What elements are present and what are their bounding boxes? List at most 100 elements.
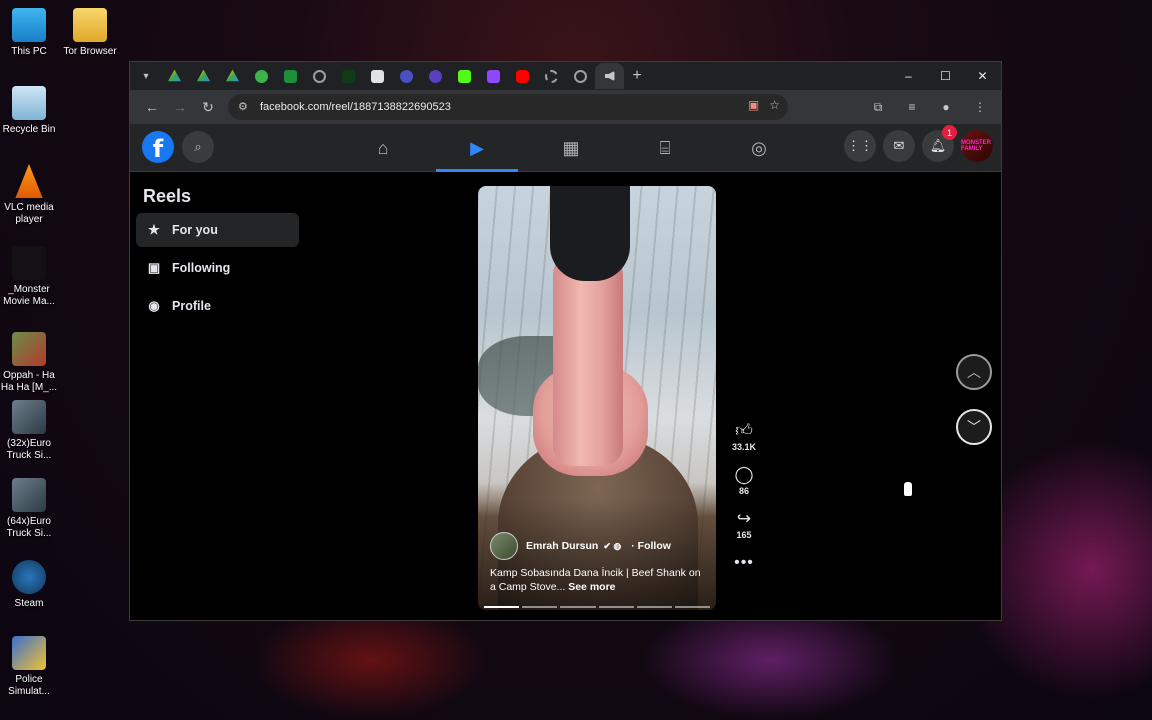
author-avatar[interactable] [490,532,518,560]
progress-segment [560,606,596,608]
comment-button[interactable]: ◯ 86 [728,464,760,496]
reload-button[interactable]: ↻ [194,93,222,121]
browser-toolbar: ← → ↻ ⚙ facebook.com/reel/18871388226905… [130,90,1001,124]
more-options-button[interactable]: ••• [728,552,760,574]
tab[interactable] [218,63,247,89]
tab[interactable] [479,63,508,89]
folder-icon [73,8,107,42]
url-text: facebook.com/reel/1887138822690523 [260,101,451,113]
cast-icon[interactable]: ▣ [748,98,759,112]
progress-segment [598,606,634,608]
desktop-icon-vlc[interactable]: VLC media player [0,164,61,226]
following-icon: ▣ [147,260,161,275]
feeds-icon[interactable]: ▦ [524,124,618,172]
next-reel-button[interactable]: ﹀ [956,409,992,445]
twitch-icon [487,69,500,83]
extensions-icon[interactable]: ⧉ [865,94,891,120]
comment-count: 86 [738,486,749,496]
video-progress[interactable] [484,606,711,608]
video-icon[interactable]: ▶ [430,124,524,172]
reel-actions: 👍︎ 33.1K ◯ 86 ↪ 165 ••• [728,420,760,586]
vlc-cone-icon [15,164,43,198]
menu-icon[interactable]: ⋮ [967,94,993,120]
reel-video[interactable]: Emrah Dursun ✔ ◍ · Follow Kamp Sobasında… [478,186,716,610]
back-button[interactable]: ← [138,93,166,121]
speaker-icon [604,71,615,81]
see-more-link[interactable]: See more [568,581,615,593]
tab[interactable] [305,63,334,89]
previous-reel-button[interactable]: ︿ [956,354,992,390]
home-icon[interactable]: ⌂ [336,124,430,172]
address-bar[interactable]: ⚙ facebook.com/reel/1887138822690523 ▣ ☆ [228,94,788,120]
desktop-icon-oppah[interactable]: Oppah - Ha Ha Ha [M_... [0,332,61,394]
desktop-icon-recycle-bin[interactable]: Recycle Bin [0,86,61,136]
tab-active[interactable] [595,63,624,89]
tab[interactable] [160,63,189,89]
tab[interactable] [566,63,595,89]
tab[interactable] [537,63,566,89]
browser-window: ▾ + – ☐ ✕ ← → ↻ ⚙ facebook.com/reel/1887… [129,61,1002,621]
tab[interactable] [421,63,450,89]
site-info-icon[interactable]: ⚙ [238,100,252,114]
recycle-bin-icon [12,86,46,120]
header-actions: ⋮⋮ ✉ 🔔︎ 1 MONSTER FAMILY [844,125,993,162]
desktop-icon-label: (32x)Euro Truck Si... [6,438,52,461]
site-icon [255,69,268,83]
share-count: 165 [736,530,752,540]
monitor-icon [12,8,46,42]
account-avatar[interactable]: MONSTER FAMILY [961,130,993,162]
minimize-button[interactable]: – [890,62,927,90]
desktop-icon-police-simulator[interactable]: Police Simulat... [0,636,61,698]
facebook-logo[interactable]: f [142,131,174,163]
maximize-button[interactable]: ☐ [927,62,964,90]
desktop-icon-steam[interactable]: Steam [0,560,61,610]
video-file-icon [12,332,46,366]
share-button[interactable]: ↪ 165 [728,508,760,540]
messenger-icon[interactable]: ✉ [883,130,915,162]
share-icon: ↪ [736,509,752,528]
chevron-down-icon: ﹀ [967,419,981,435]
search-icon[interactable]: ⌕ [182,131,214,163]
tab-strip: ▾ + – ☐ ✕ [130,62,1001,90]
tab[interactable] [247,63,276,89]
tab-search-icon[interactable]: ▾ [138,68,154,84]
tab[interactable] [450,63,479,89]
progress-segment [522,606,558,608]
window-controls: – ☐ ✕ [890,62,1001,90]
tab[interactable] [189,63,218,89]
tab[interactable] [363,63,392,89]
close-button[interactable]: ✕ [964,62,1001,90]
groups-icon[interactable]: ◎ [712,124,806,172]
follow-button[interactable]: · Follow [631,540,671,552]
new-tab-button[interactable]: + [624,67,650,85]
marketplace-icon[interactable]: ⌸ [618,124,712,172]
sidebar-item-for-you[interactable]: ★ For you [136,213,299,247]
sidebar-item-following[interactable]: ▣ Following [136,251,299,285]
desktop-icon-monster-movie[interactable]: _Monster Movie Ma... [0,246,61,308]
like-button[interactable]: 👍︎ 33.1K [728,420,760,452]
tab[interactable] [334,63,363,89]
tab[interactable] [508,63,537,89]
sidebar-item-profile[interactable]: ◉ Profile [136,289,299,323]
forward-button[interactable]: → [166,93,194,121]
desktop-icon-euro-truck-32[interactable]: (32x)Euro Truck Si... [0,400,61,462]
progress-segment [484,606,520,608]
truck-icon [12,400,46,434]
tab[interactable] [276,63,305,89]
menu-grid-icon[interactable]: ⋮⋮ [844,130,876,162]
bookmark-star-icon[interactable]: ☆ [769,98,780,112]
notifications-icon[interactable]: 🔔︎ 1 [922,125,957,162]
author-name[interactable]: Emrah Dursun [526,540,598,552]
desktop-icon-label: Tor Browser [63,46,117,57]
media-controls-icon[interactable]: ≡ [899,94,925,120]
profile-icon[interactable]: ● [933,94,959,120]
facebook-page: f ⌕ ⌂ ▶ ▦ ⌸ ◎ ⋮⋮ ✉ 🔔︎ 1 MONSTER FAMILY Re… [130,124,1001,620]
drive-icon [226,69,239,82]
truck-icon [12,478,46,512]
desktop-icon-euro-truck-64[interactable]: (64x)Euro Truck Si... [0,478,61,540]
reel-author: Emrah Dursun ✔ ◍ · Follow [490,532,671,560]
desktop-icon-label: Steam [14,598,44,609]
tab[interactable] [392,63,421,89]
desktop-icon-this-pc[interactable]: This PC [0,8,61,58]
desktop-icon-tor-browser[interactable]: Tor Browser [58,8,122,58]
